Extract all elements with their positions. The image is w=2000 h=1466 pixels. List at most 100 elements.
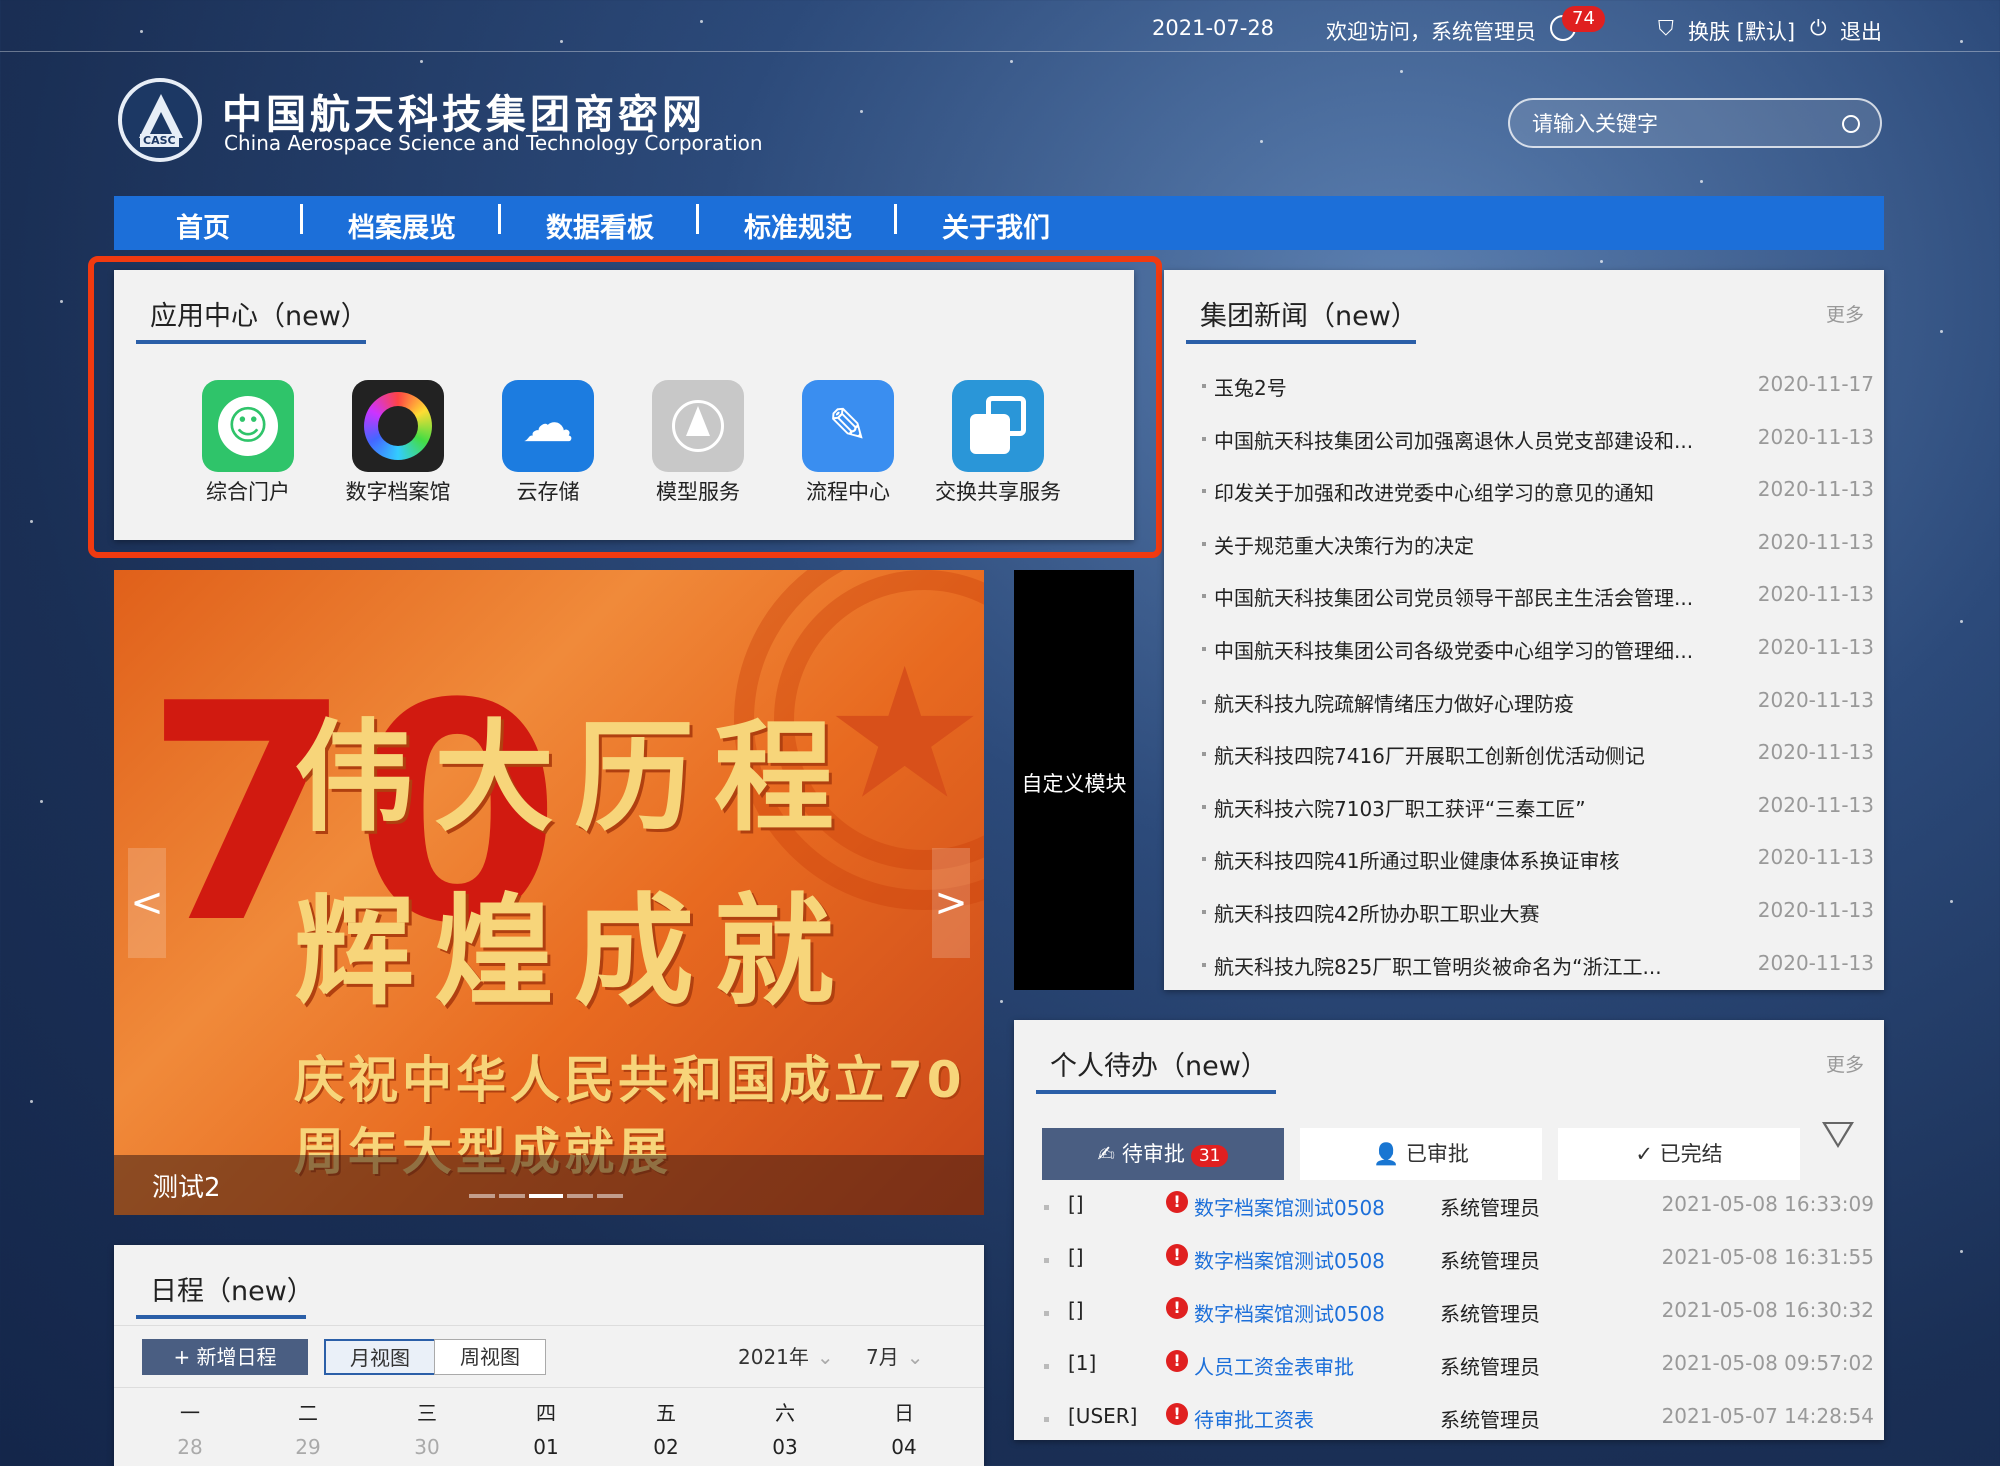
carousel-prev-button[interactable]: < xyxy=(128,848,166,958)
skin-button[interactable]: 换肤 [默认] xyxy=(1688,16,1795,46)
news-item[interactable]: 航天科技九院825厂职工管明炎被命名为“浙江工... 2020-11-13 xyxy=(1202,951,1874,981)
news-item[interactable]: 印发关于加强和改进党委中心组学习的意见的通知 2020-11-13 xyxy=(1202,477,1874,507)
todo-title-link[interactable]: 数字档案馆测试0508 xyxy=(1194,1298,1385,1327)
app-portal[interactable]: ☺ 综合门户 xyxy=(183,380,313,506)
app-exchange-share[interactable]: 交换共享服务 xyxy=(933,380,1063,506)
carousel-next-button[interactable]: > xyxy=(932,848,970,958)
custom-module-label: 自定义模块 xyxy=(1021,772,1127,796)
title-underline xyxy=(136,1315,306,1319)
news-item-title[interactable]: 航天科技六院7103厂职工获评“三秦工匠” xyxy=(1214,797,1586,821)
power-icon: ⏻ xyxy=(1810,16,1827,40)
app-label: 综合门户 xyxy=(206,480,290,504)
pending-count-badge: 31 xyxy=(1190,1145,1229,1167)
news-item-date: 2020-11-17 xyxy=(1757,372,1874,396)
carousel-dot[interactable] xyxy=(469,1194,495,1198)
todo-user: 系统管理员 xyxy=(1440,1249,1540,1273)
nav-archive-exhibition[interactable]: 档案展览 xyxy=(348,206,456,245)
nav-about[interactable]: 关于我们 xyxy=(942,206,1050,245)
news-item-title[interactable]: 中国航天科技集团公司加强离退休人员党支部建设和... xyxy=(1214,429,1693,453)
news-more-link[interactable]: 更多 xyxy=(1826,300,1864,327)
banner-carousel[interactable]: ★ 70 伟大历程 辉煌成就 庆祝中华人民共和国成立70周年大型成就展 < > … xyxy=(114,570,984,1215)
news-item[interactable]: 航天科技四院41所通过职业健康体系换证审核 2020-11-13 xyxy=(1202,845,1874,875)
search-icon[interactable] xyxy=(1842,115,1860,133)
calendar-day[interactable]: 30 xyxy=(397,1435,457,1459)
star-dot xyxy=(40,800,43,803)
year-select[interactable]: 2021年 xyxy=(738,1341,834,1370)
news-item-date: 2020-11-13 xyxy=(1757,898,1874,922)
weekday-header: 一 xyxy=(180,1401,200,1425)
app-label: 模型服务 xyxy=(656,480,740,504)
calendar-day[interactable]: 28 xyxy=(160,1435,220,1459)
news-item[interactable]: 航天科技四院42所协办职工职业大赛 2020-11-13 xyxy=(1202,898,1874,928)
news-item[interactable]: 关于规范重大决策行为的决定 2020-11-13 xyxy=(1202,530,1874,560)
todo-more-link[interactable]: 更多 xyxy=(1826,1050,1864,1077)
filter-icon[interactable] xyxy=(1822,1122,1854,1148)
todo-title-link[interactable]: 数字档案馆测试0508 xyxy=(1194,1192,1385,1221)
news-item-title[interactable]: 航天科技九院疏解情绪压力做好心理防疫 xyxy=(1214,692,1574,716)
nav-home[interactable]: 首页 xyxy=(176,206,230,245)
logout-button[interactable]: 退出 xyxy=(1840,16,1882,46)
nav-standards[interactable]: 标准规范 xyxy=(744,206,852,245)
news-item-title[interactable]: 印发关于加强和改进党委中心组学习的意见的通知 xyxy=(1214,481,1654,505)
app-workflow-center[interactable]: ✎ 流程中心 xyxy=(783,380,913,506)
carousel-dot[interactable] xyxy=(499,1194,525,1198)
tab-pending[interactable]: ✍ 待审批 31 xyxy=(1042,1128,1284,1180)
news-item-title[interactable]: 航天科技九院825厂职工管明炎被命名为“浙江工... xyxy=(1214,955,1662,979)
carousel-dots xyxy=(469,1183,627,1202)
todo-tag: [] xyxy=(1068,1245,1084,1269)
star-dot xyxy=(1960,620,1963,623)
news-item-title[interactable]: 航天科技四院41所通过职业健康体系换证审核 xyxy=(1214,849,1619,873)
calendar-day[interactable]: 29 xyxy=(278,1435,338,1459)
news-item[interactable]: 中国航天科技集团公司党员领导干部民主生活会管理... 2020-11-13 xyxy=(1202,582,1874,612)
app-cloud-storage[interactable]: ☁ 云存储 xyxy=(483,380,613,506)
calendar-day[interactable]: 04 xyxy=(874,1435,934,1459)
todo-title-link[interactable]: 待审批工资表 xyxy=(1194,1404,1314,1433)
app-model-service[interactable]: 模型服务 xyxy=(633,380,763,506)
top-bar: 2021-07-28 欢迎访问，系统管理员 74 ⛉ 换肤 [默认] ⏻ 退出 xyxy=(0,0,2000,52)
news-item[interactable]: 玉兔2号 2020-11-17 xyxy=(1202,372,1874,402)
news-item-title[interactable]: 航天科技四院42所协办职工职业大赛 xyxy=(1214,902,1539,926)
todo-title-link[interactable]: 人员工资金表审批 xyxy=(1194,1351,1354,1380)
calendar-day[interactable]: 02 xyxy=(636,1435,696,1459)
news-item[interactable]: 中国航天科技集团公司各级党委中心组学习的管理细... 2020-11-13 xyxy=(1202,635,1874,665)
carousel-dot[interactable] xyxy=(567,1194,593,1198)
tab-approved[interactable]: 👤 已审批 xyxy=(1300,1128,1542,1180)
todo-panel: 个人待办（new） 更多 ✍ 待审批 31 👤 已审批 ✓ 已完结 []! 数字档案… xyxy=(1014,1020,1884,1440)
news-item[interactable]: 航天科技九院疏解情绪压力做好心理防疫 2020-11-13 xyxy=(1202,688,1874,718)
todo-title-link[interactable]: 数字档案馆测试0508 xyxy=(1194,1245,1385,1274)
app-digital-archive[interactable]: 数字档案馆 xyxy=(333,380,463,506)
news-item-title[interactable]: 玉兔2号 xyxy=(1214,376,1287,400)
calendar-day[interactable]: 01 xyxy=(516,1435,576,1459)
app-label: 数字档案馆 xyxy=(345,480,451,504)
todo-time: 2021-05-07 14:28:54 xyxy=(1661,1404,1874,1428)
news-item-title[interactable]: 中国航天科技集团公司党员领导干部民主生活会管理... xyxy=(1214,586,1693,610)
carousel-dot-active[interactable] xyxy=(529,1194,563,1198)
news-item[interactable]: 航天科技六院7103厂职工获评“三秦工匠” 2020-11-13 xyxy=(1202,793,1874,823)
tab-completed[interactable]: ✓ 已完结 xyxy=(1558,1128,1800,1180)
week-view-button[interactable]: 周视图 xyxy=(434,1339,546,1375)
todo-row[interactable]: []! 数字档案馆测试0508 系统管理员 2021-05-08 16:30:32 xyxy=(1044,1297,1874,1328)
todo-row[interactable]: [1]! 人员工资金表审批 系统管理员 2021-05-08 09:57:02 xyxy=(1044,1350,1874,1381)
news-item-title[interactable]: 关于规范重大决策行为的决定 xyxy=(1214,534,1474,558)
news-item-title[interactable]: 航天科技四院7416厂开展职工创新创优活动侧记 xyxy=(1214,744,1645,768)
add-schedule-button[interactable]: + 新增日程 xyxy=(142,1339,308,1375)
todo-row[interactable]: [USER]! 待审批工资表 系统管理员 2021-05-07 14:28:54 xyxy=(1044,1403,1874,1434)
star-dot xyxy=(1950,900,1953,903)
calendar-day[interactable]: 03 xyxy=(755,1435,815,1459)
banner-caption: 测试2 xyxy=(152,1173,221,1203)
todo-row[interactable]: []! 数字档案馆测试0508 系统管理员 2021-05-08 16:31:55 xyxy=(1044,1244,1874,1275)
news-item[interactable]: 中国航天科技集团公司加强离退休人员党支部建设和... 2020-11-13 xyxy=(1202,425,1874,455)
search-box xyxy=(1508,98,1882,148)
month-view-button[interactable]: 月视图 xyxy=(324,1339,436,1375)
star-dot xyxy=(1940,330,1943,333)
todo-row[interactable]: []! 数字档案馆测试0508 系统管理员 2021-05-08 16:33:09 xyxy=(1044,1191,1874,1222)
month-select[interactable]: 7月 xyxy=(866,1341,924,1370)
news-item[interactable]: 航天科技四院7416厂开展职工创新创优活动侧记 2020-11-13 xyxy=(1202,740,1874,770)
todo-time: 2021-05-08 16:31:55 xyxy=(1661,1245,1874,1269)
todo-user: 系统管理员 xyxy=(1440,1196,1540,1220)
news-item-title[interactable]: 中国航天科技集团公司各级党委中心组学习的管理细... xyxy=(1214,639,1693,663)
carousel-dot[interactable] xyxy=(597,1194,623,1198)
search-input[interactable] xyxy=(1532,109,1832,139)
nav-data-board[interactable]: 数据看板 xyxy=(546,206,654,245)
star-dot xyxy=(60,300,63,303)
